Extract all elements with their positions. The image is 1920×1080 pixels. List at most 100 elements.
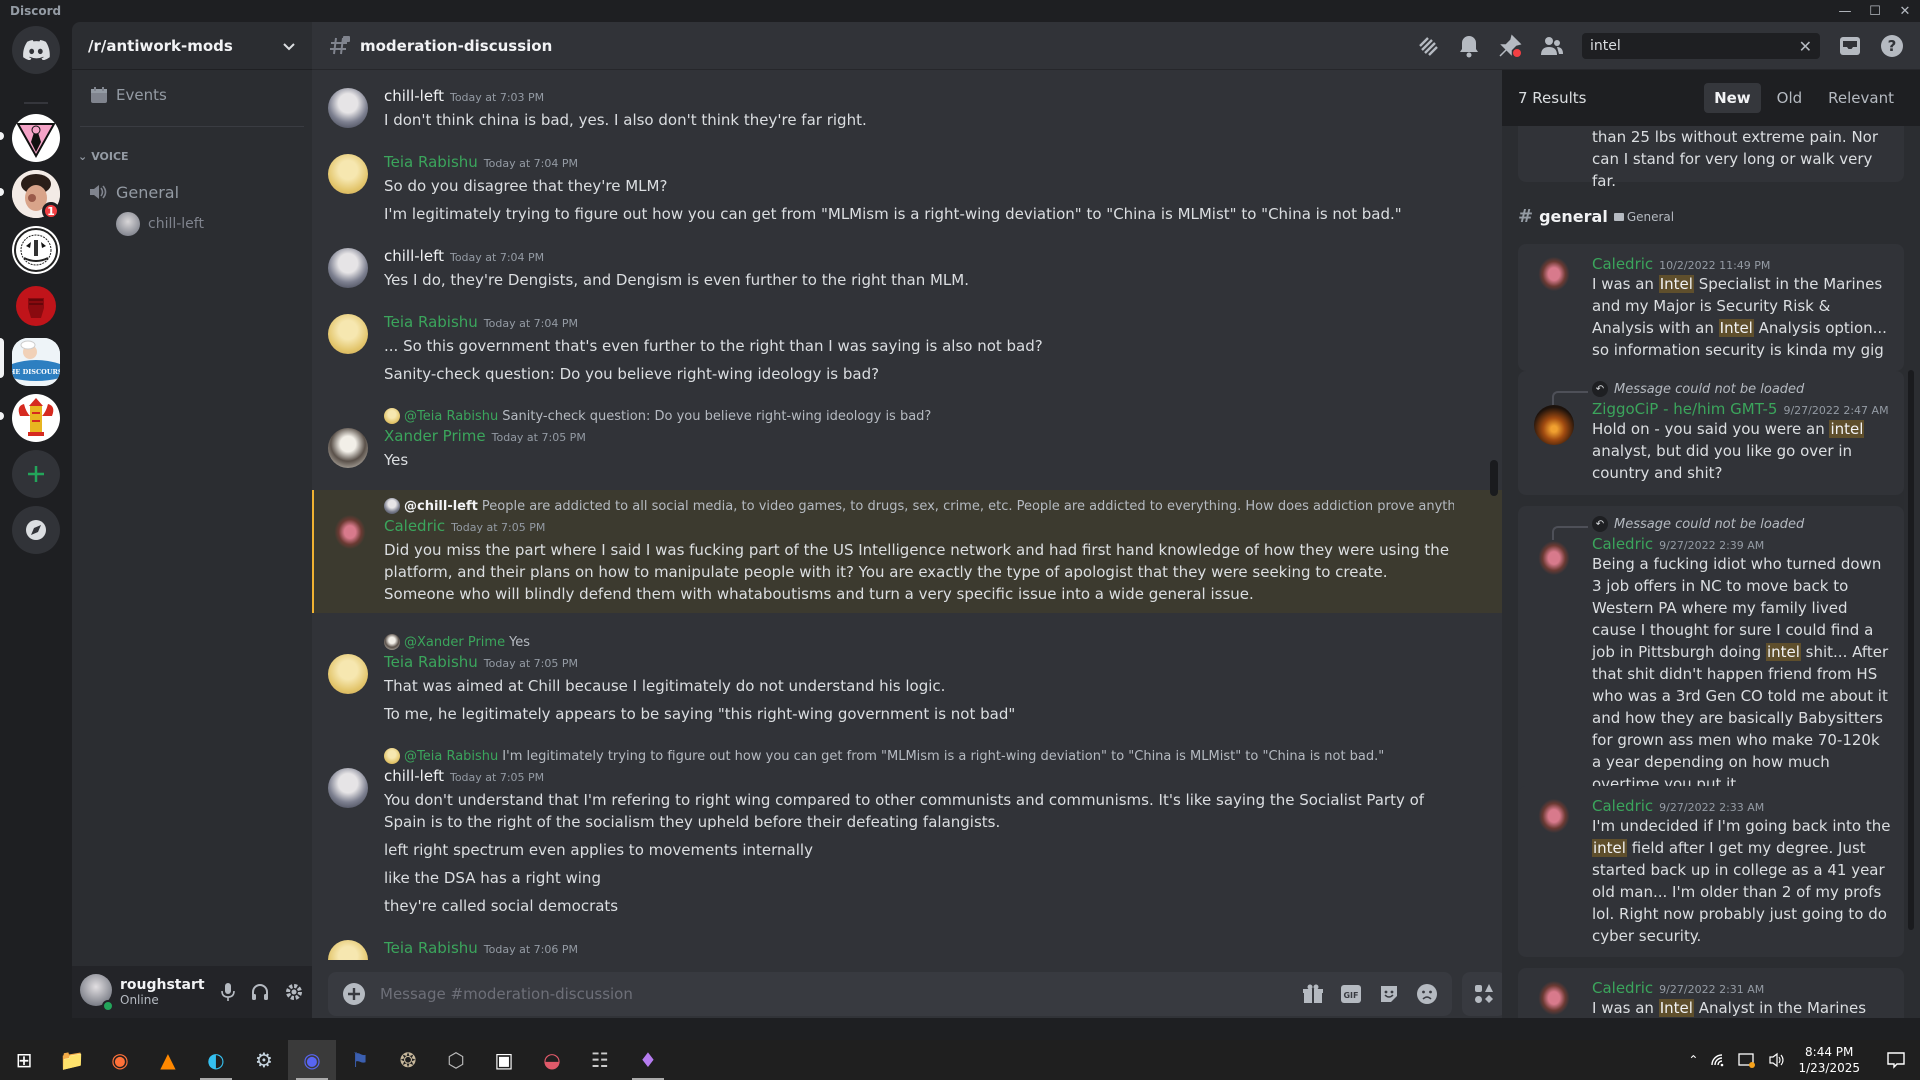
voice-channel-general[interactable]: General xyxy=(88,176,298,208)
help-icon[interactable]: ? xyxy=(1880,34,1904,58)
author-name[interactable]: Xander Prime xyxy=(384,427,486,445)
message[interactable]: @chill-left People are addicted to all so… xyxy=(312,490,1502,613)
wifi-icon[interactable] xyxy=(1710,1053,1726,1067)
author-avatar[interactable] xyxy=(328,154,368,194)
apps-button[interactable] xyxy=(1462,972,1506,1016)
result-channel-label[interactable]: # general General xyxy=(1518,206,1674,227)
notification-center-icon[interactable] xyxy=(1886,1050,1906,1070)
message[interactable]: Teia Rabishu Today at 7:04 PM ... So this … xyxy=(312,310,1502,387)
author-name[interactable]: chill-left xyxy=(384,87,444,105)
author-avatar[interactable] xyxy=(328,768,368,808)
sort-tab-new[interactable]: New xyxy=(1704,83,1761,113)
explore-servers-button[interactable] xyxy=(12,506,60,554)
chat-scrollbar[interactable] xyxy=(1490,70,1498,960)
add-attachment-icon[interactable] xyxy=(342,982,366,1006)
close-window-button[interactable]: ✕ xyxy=(1890,0,1920,22)
result-author[interactable]: Caledric xyxy=(1592,255,1653,273)
notification-bell-icon[interactable] xyxy=(1458,34,1480,58)
result-author[interactable]: Caledric xyxy=(1592,797,1653,815)
threads-icon[interactable] xyxy=(1416,34,1440,58)
reply-preview[interactable]: @Teia Rabishu Sanity-check question: Do y… xyxy=(384,406,1454,426)
author-avatar[interactable] xyxy=(328,940,368,960)
taskbar-halo[interactable]: ⚑ xyxy=(336,1040,384,1080)
server-icon-6[interactable] xyxy=(12,394,60,442)
inbox-icon[interactable] xyxy=(1838,34,1862,58)
server-icon-the-discourse[interactable]: THE DISCOURSE xyxy=(12,338,60,386)
scrollbar-thumb[interactable] xyxy=(1490,460,1498,496)
author-name[interactable]: chill-left xyxy=(384,247,444,265)
category-voice[interactable]: ⌄ VOICE xyxy=(78,150,129,163)
member-list-icon[interactable] xyxy=(1540,34,1564,58)
pinned-messages-icon[interactable] xyxy=(1498,34,1522,58)
author-name[interactable]: Teia Rabishu xyxy=(384,653,478,671)
server-icon-4[interactable] xyxy=(12,282,60,330)
taskbar-terminal-pc[interactable]: ▣ xyxy=(480,1040,528,1080)
reply-preview[interactable]: @chill-left People are addicted to all so… xyxy=(384,496,1454,516)
server-icon-1[interactable] xyxy=(12,114,60,162)
message[interactable]: @Teia Rabishu I'm legitimately trying to … xyxy=(312,744,1502,919)
maximize-button[interactable]: ☐ xyxy=(1860,0,1890,22)
results-scrollbar[interactable] xyxy=(1908,370,1914,930)
taskbar-gimp[interactable]: ❂ xyxy=(384,1040,432,1080)
message[interactable]: @Xander Prime Yes Teia Rabishu Today at 7:0… xyxy=(312,630,1502,727)
taskbar-obs-hex[interactable]: ⬡ xyxy=(432,1040,480,1080)
reply-author[interactable]: @chill-left xyxy=(404,499,478,514)
guild-header[interactable]: /r/antiwork-mods xyxy=(72,22,312,70)
taskbar-flame-app[interactable]: ♦ xyxy=(624,1040,672,1080)
author-name[interactable]: Teia Rabishu xyxy=(384,313,478,331)
display-update-icon[interactable] xyxy=(1738,1052,1756,1068)
taskbar-steam[interactable]: ⚙ xyxy=(240,1040,288,1080)
volume-icon[interactable] xyxy=(1768,1052,1786,1068)
search-result[interactable]: Caledric 9/27/2022 2:33 AM I'm undecided i… xyxy=(1518,786,1904,957)
author-avatar[interactable] xyxy=(328,654,368,694)
message[interactable]: Teia RabishuToday at 7:06 PMThis is some… xyxy=(312,936,1502,960)
voice-user[interactable]: chill-left xyxy=(116,212,204,236)
reply-author[interactable]: @Xander Prime xyxy=(404,635,505,650)
gif-icon[interactable]: GIF xyxy=(1340,983,1362,1005)
author-avatar[interactable] xyxy=(330,514,370,554)
reply-preview[interactable]: @Xander Prime Yes xyxy=(384,632,1454,652)
show-hidden-icons-chevron-up-icon[interactable]: ⌃ xyxy=(1688,1053,1698,1067)
result-author-avatar[interactable] xyxy=(1534,256,1574,296)
sticker-icon[interactable] xyxy=(1378,983,1400,1005)
add-server-button[interactable] xyxy=(12,450,60,498)
taskbar-vlc[interactable]: ▲ xyxy=(144,1040,192,1080)
message[interactable]: chill-left Today at 7:04 PM Yes I do, they… xyxy=(312,244,1502,293)
settings-gear-icon[interactable] xyxy=(284,982,304,1002)
taskbar-firefox[interactable]: ◉ xyxy=(96,1040,144,1080)
author-avatar[interactable] xyxy=(328,314,368,354)
reply-preview[interactable]: @Teia Rabishu I'm legitimately trying to … xyxy=(384,746,1454,766)
user-avatar[interactable] xyxy=(80,974,114,1012)
result-author[interactable]: Caledric xyxy=(1592,535,1653,553)
search-result[interactable]: Caledric 9/27/2022 2:31 AM I was an Intel … xyxy=(1518,968,1904,1018)
taskbar-paint[interactable]: ◒ xyxy=(528,1040,576,1080)
direct-messages-button[interactable] xyxy=(12,26,60,74)
result-author[interactable]: Caledric xyxy=(1592,979,1653,997)
gift-icon[interactable] xyxy=(1302,983,1324,1005)
emoji-icon[interactable] xyxy=(1416,983,1438,1005)
result-author-avatar[interactable] xyxy=(1534,405,1574,445)
taskbar-start[interactable]: ⊞ xyxy=(0,1040,48,1080)
author-avatar[interactable] xyxy=(328,88,368,128)
taskbar-edge[interactable]: ◐ xyxy=(192,1040,240,1080)
search-result[interactable]: Caledric 10/2/2022 11:49 PM I was an Intel… xyxy=(1518,244,1904,371)
taskbar-discord[interactable]: ◉ xyxy=(288,1040,336,1080)
author-name[interactable]: Teia Rabishu xyxy=(384,939,478,957)
search-result-partial[interactable]: than 25 lbs without extreme pain. Nor ca… xyxy=(1518,126,1904,190)
search-result[interactable]: ↶ Message could not be loaded Caledric 9/27… xyxy=(1518,506,1904,805)
search-input[interactable]: intel ✕ xyxy=(1582,33,1820,59)
message[interactable]: Teia Rabishu Today at 7:04 PM So do you di… xyxy=(312,150,1502,227)
server-icon-3[interactable] xyxy=(12,226,60,274)
reply-author[interactable]: @Teia Rabishu xyxy=(404,749,498,764)
sort-tab-relevant[interactable]: Relevant xyxy=(1818,83,1904,113)
message[interactable]: @Teia Rabishu Sanity-check question: Do y… xyxy=(312,404,1502,473)
minimize-button[interactable]: — xyxy=(1830,0,1860,22)
reply-author[interactable]: @Teia Rabishu xyxy=(404,409,498,424)
clear-search-icon[interactable]: ✕ xyxy=(1799,37,1812,56)
result-author[interactable]: ZiggoCiP - he/him GMT-5 xyxy=(1592,400,1777,418)
result-author-avatar[interactable] xyxy=(1534,540,1574,580)
message-input[interactable] xyxy=(380,985,1302,1003)
headphones-icon[interactable] xyxy=(250,982,270,1002)
microphone-icon[interactable] xyxy=(220,982,236,1002)
taskbar-file-explorer[interactable]: 📁 xyxy=(48,1040,96,1080)
